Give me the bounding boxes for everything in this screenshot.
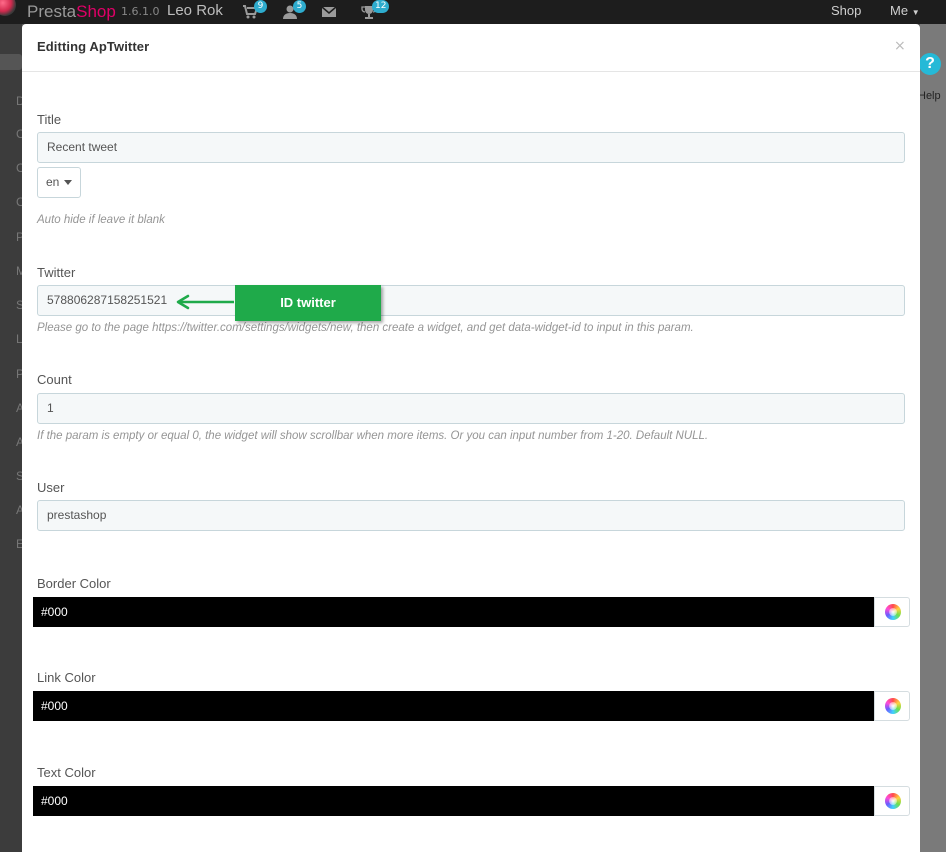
caret-down-icon <box>64 180 72 185</box>
title-label: Title <box>37 112 62 127</box>
language-value: en <box>46 175 60 189</box>
close-icon[interactable]: × <box>894 38 906 54</box>
customers-icon[interactable]: 5 <box>282 0 306 20</box>
cart-badge: 9 <box>254 0 267 13</box>
shop-link[interactable]: Shop <box>831 3 861 18</box>
border-color-input[interactable]: #000 <box>33 597 874 627</box>
color-wheel-icon <box>885 698 901 714</box>
title-input[interactable]: Recent tweet <box>37 132 905 163</box>
count-label: Count <box>37 372 72 387</box>
user-label: User <box>37 480 65 495</box>
edit-module-modal: Editting ApTwitter × Title Recent tweet … <box>22 24 920 852</box>
trophy-icon[interactable]: 12 <box>361 0 390 20</box>
store-name[interactable]: Leo Rok <box>167 2 223 19</box>
modal-header: Editting ApTwitter × <box>22 24 920 72</box>
border-color-picker-button[interactable] <box>874 597 910 627</box>
link-color-label: Link Color <box>37 670 96 685</box>
page-background-right <box>920 24 946 852</box>
twitter-label: Twitter <box>37 265 76 280</box>
customers-badge: 5 <box>293 0 306 13</box>
link-color-picker-button[interactable] <box>874 691 910 721</box>
cart-icon[interactable]: 9 <box>242 0 267 20</box>
twitter-id-input[interactable]: 578806287158251521 <box>37 285 905 316</box>
me-menu[interactable]: Me ▼ <box>890 3 920 18</box>
trophy-badge: 12 <box>372 0 390 13</box>
help-icon[interactable]: ? <box>919 53 941 75</box>
language-select[interactable]: en <box>37 167 81 198</box>
text-color-input[interactable]: #000 <box>33 786 874 816</box>
link-color-input[interactable]: #000 <box>33 691 874 721</box>
title-help: Auto hide if leave it blank <box>37 214 165 226</box>
count-help: If the param is empty or equal 0, the wi… <box>37 430 709 442</box>
color-wheel-icon <box>885 793 901 809</box>
text-color-picker-button[interactable] <box>874 786 910 816</box>
search-icon[interactable] <box>0 54 22 70</box>
annotation-callout: ID twitter <box>235 285 381 321</box>
help-label[interactable]: Help <box>918 90 941 102</box>
user-input[interactable]: prestashop <box>37 500 905 531</box>
chevron-down-icon: ▼ <box>911 8 920 17</box>
version-label: 1.6.1.0 <box>121 5 160 18</box>
count-input[interactable]: 1 <box>37 393 905 424</box>
twitter-help: Please go to the page https://twitter.co… <box>37 322 694 334</box>
annotation-arrow-icon <box>176 294 234 310</box>
admin-header: PrestaShop 1.6.1.0 Leo Rok 9 5 12 Shop M… <box>0 0 946 24</box>
border-color-label: Border Color <box>37 576 111 591</box>
modal-title: Editting ApTwitter <box>37 39 150 54</box>
color-wheel-icon <box>885 604 901 620</box>
messages-icon[interactable] <box>321 4 337 20</box>
prestashop-logo[interactable] <box>0 0 16 16</box>
sidebar-nav: D C C C P M S L P A A S A E <box>0 24 26 852</box>
text-color-label: Text Color <box>37 765 96 780</box>
brand-name: PrestaShop <box>27 2 116 21</box>
